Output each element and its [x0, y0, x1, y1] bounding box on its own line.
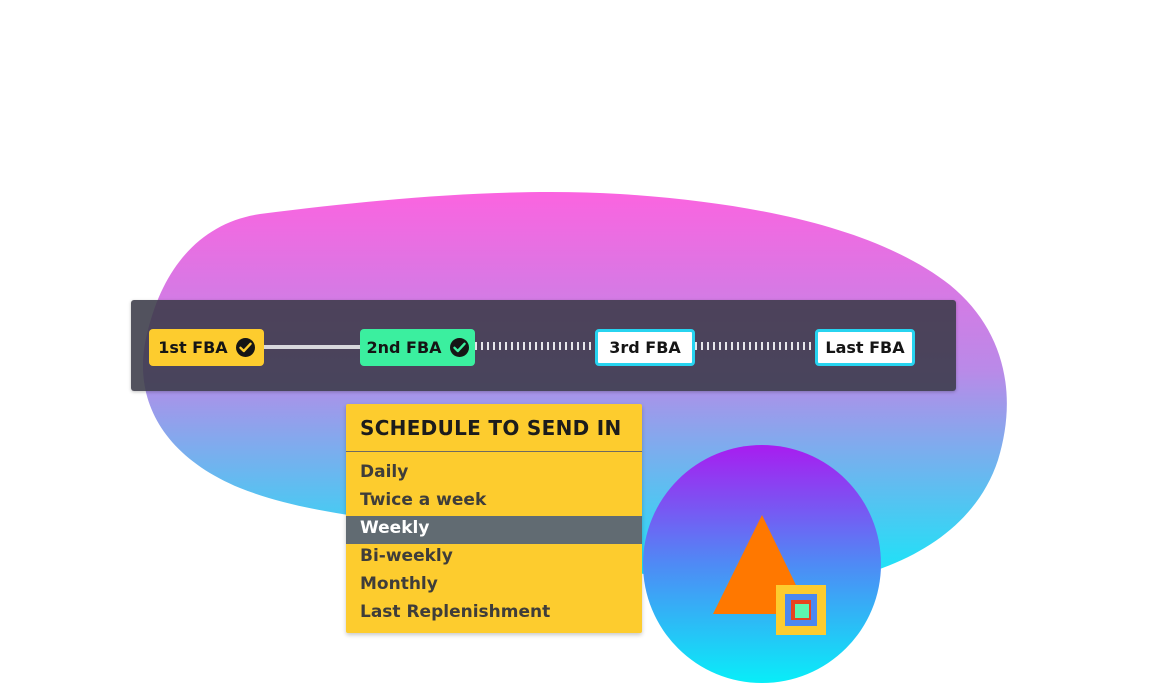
step-label: 3rd FBA [609, 338, 681, 357]
schedule-options: Daily Twice a week Weekly Bi-weekly Mont… [346, 460, 642, 628]
step-label: 2nd FBA [366, 338, 442, 357]
menu-item-monthly[interactable]: Monthly [346, 572, 642, 600]
menu-item-last-replenishment[interactable]: Last Replenishment [346, 600, 642, 628]
timeline-connector-pending [695, 342, 813, 350]
menu-item-twice-a-week[interactable]: Twice a week [346, 488, 642, 516]
menu-item-bi-weekly[interactable]: Bi-weekly [346, 544, 642, 572]
step-label: Last FBA [825, 338, 905, 357]
timeline-step-3rd-fba[interactable]: 3rd FBA [595, 329, 695, 366]
timeline-step-last-fba[interactable]: Last FBA [815, 329, 915, 366]
checkmark-icon [235, 338, 255, 357]
menu-divider [346, 451, 642, 452]
schedule-dropdown-menu: SCHEDULE TO SEND IN Daily Twice a week W… [346, 404, 642, 633]
menu-item-daily[interactable]: Daily [346, 460, 642, 488]
triangle-square-logo [643, 445, 881, 683]
menu-item-weekly[interactable]: Weekly [346, 516, 642, 544]
menu-title: SCHEDULE TO SEND IN [360, 416, 622, 440]
timeline-step-1st-fba[interactable]: 1st FBA [149, 329, 264, 366]
fba-timeline: 1st FBA 2nd FBA 3rd FBA Last FBA [131, 300, 956, 391]
step-label: 1st FBA [158, 338, 228, 357]
checkmark-icon [449, 338, 469, 357]
timeline-step-2nd-fba[interactable]: 2nd FBA [360, 329, 475, 366]
timeline-connector-pending [475, 342, 593, 350]
timeline-connector-completed [261, 345, 366, 349]
